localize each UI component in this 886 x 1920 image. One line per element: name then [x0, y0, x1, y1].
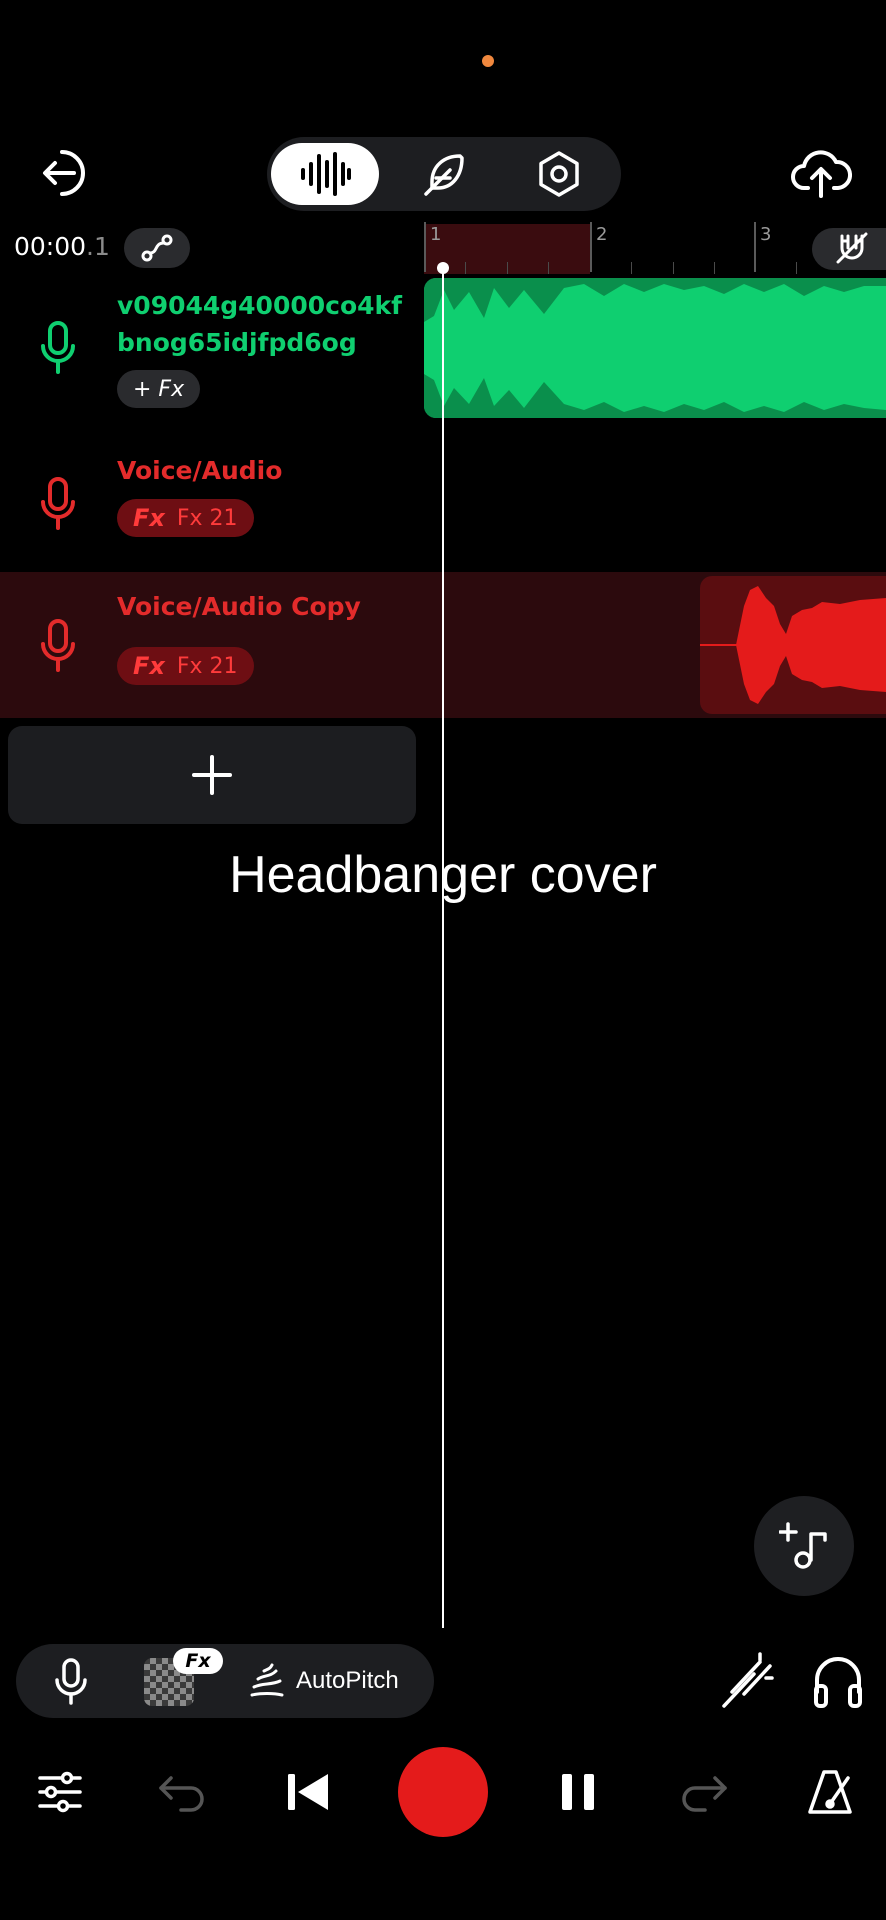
cloud-upload-icon[interactable] — [790, 144, 852, 202]
redo-icon — [679, 1772, 729, 1812]
autopitch-label: AutoPitch — [296, 1667, 399, 1694]
mic-icon[interactable] — [38, 320, 78, 376]
add-music-note-icon — [779, 1520, 829, 1572]
mode-tab-lyrics[interactable] — [390, 143, 498, 205]
ruler-subtick — [507, 262, 508, 274]
snap-toggle-button[interactable] — [812, 228, 886, 270]
pause-button[interactable] — [548, 1764, 608, 1820]
settings-hexagon-icon — [535, 150, 583, 198]
track-name[interactable]: v09044g40000co4kf bnog65idjfpd6og — [117, 287, 402, 361]
ruler-label-1: 1 — [430, 224, 442, 245]
ruler-tick — [424, 222, 426, 272]
undo-icon — [157, 1772, 207, 1812]
mic-icon[interactable] — [38, 476, 78, 532]
curve-nodes-icon — [140, 233, 174, 263]
time-readout: 00:00.1 — [14, 232, 110, 261]
automation-button[interactable] — [124, 228, 190, 268]
add-music-button[interactable] — [754, 1496, 854, 1596]
track-name[interactable]: Voice/Audio Copy — [117, 588, 361, 625]
fx-chip[interactable]: Fx Fx 21 — [117, 499, 254, 537]
pause-icon — [558, 1770, 598, 1814]
track-name-line1: v09044g40000co4kf — [117, 291, 403, 320]
ruler-subtick — [631, 262, 632, 274]
magic-wand-icon[interactable] — [720, 1652, 774, 1710]
fx-badge: Fx — [173, 1648, 223, 1674]
ruler-label-2: 2 — [596, 224, 608, 245]
track-name[interactable]: Voice/Audio — [117, 452, 282, 489]
waveform-icon — [298, 152, 352, 196]
mode-switch — [267, 137, 621, 211]
tool-bar: Fx AutoPitch — [16, 1644, 434, 1718]
time-main: 00:00 — [14, 232, 87, 261]
exit-icon[interactable] — [38, 144, 96, 202]
undo-button[interactable] — [152, 1764, 212, 1820]
add-track-button[interactable] — [8, 726, 416, 824]
plus-icon — [191, 754, 233, 796]
fx-mark: Fx — [133, 504, 165, 532]
autopitch-button[interactable]: AutoPitch — [248, 1658, 399, 1704]
track-name-line2: bnog65idjfpd6og — [117, 328, 357, 357]
playhead-handle[interactable] — [437, 262, 449, 274]
record-button[interactable] — [398, 1747, 488, 1837]
time-sub: .1 — [86, 232, 110, 261]
mic-icon[interactable] — [46, 1656, 96, 1706]
clip-waveform — [700, 586, 886, 704]
ruler-subtick — [796, 262, 797, 274]
fx-chip-label: Fx 21 — [176, 505, 238, 531]
fx-chip[interactable]: Fx Fx 21 — [117, 647, 254, 685]
headphones-icon[interactable] — [812, 1652, 864, 1710]
ruler-subtick — [548, 262, 549, 274]
feather-icon — [420, 150, 468, 198]
ruler-tick — [590, 222, 592, 272]
fx-chip-label: Fx 21 — [176, 653, 238, 679]
mic-icon[interactable] — [38, 618, 78, 674]
ruler-tick — [754, 222, 756, 272]
ruler-label-3: 3 — [760, 224, 772, 245]
ruler-subtick — [714, 262, 715, 274]
mixer-button[interactable] — [30, 1764, 90, 1820]
sliders-icon — [37, 1769, 83, 1815]
redo-button[interactable] — [674, 1764, 734, 1820]
autopitch-wave-icon — [248, 1663, 286, 1699]
magnet-off-icon — [834, 232, 870, 266]
add-fx-button[interactable]: + Fx — [117, 370, 201, 408]
mode-tab-tracks[interactable] — [271, 143, 379, 205]
recording-indicator-dot — [482, 55, 494, 67]
metronome-button[interactable] — [800, 1764, 860, 1820]
ruler-subtick — [673, 262, 674, 274]
audio-clip-red[interactable] — [700, 576, 886, 714]
clip-waveform — [424, 278, 886, 418]
ruler-subtick — [465, 262, 466, 274]
fx-mark: Fx — [133, 652, 165, 680]
audio-clip-green[interactable] — [424, 278, 886, 418]
playhead[interactable] — [442, 266, 444, 1628]
mode-tab-settings[interactable] — [505, 143, 613, 205]
metronome-icon — [806, 1768, 854, 1816]
skip-back-icon — [284, 1770, 332, 1814]
skip-to-start-button[interactable] — [278, 1764, 338, 1820]
